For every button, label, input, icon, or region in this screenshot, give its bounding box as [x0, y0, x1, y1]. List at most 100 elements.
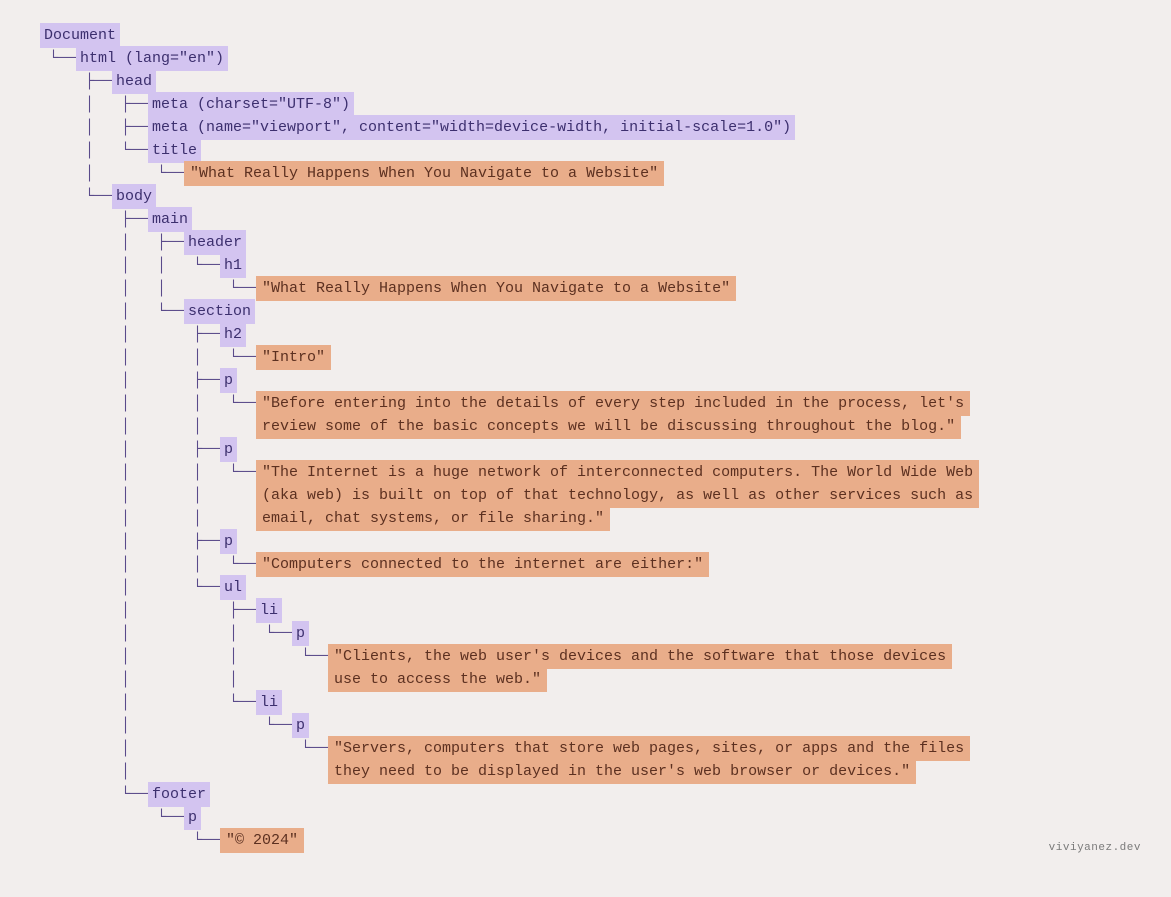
element-tag: title [148, 138, 201, 163]
tree-branch-segment [76, 507, 112, 530]
text-node: "Intro" [256, 345, 331, 370]
tree-branch-segment [76, 346, 112, 369]
tree-branch-segment [148, 737, 184, 760]
tree-branch-segment [76, 806, 112, 829]
tree-branch-segment [40, 760, 76, 783]
tree-branch-segment [40, 346, 76, 369]
tree-branch-segment [76, 323, 112, 346]
tree-branch-segment [148, 530, 184, 553]
tree-branch-segment: ├── [76, 70, 112, 93]
tree-branch-segment: └── [256, 622, 292, 645]
tree-branch-segment [76, 530, 112, 553]
tree-branch-segment [76, 691, 112, 714]
tree-branch-segment [148, 369, 184, 392]
tree-branch-segment [76, 392, 112, 415]
tree-branch-segment [76, 553, 112, 576]
tree-row: │ │ └── h1 [40, 254, 1131, 277]
tree-branch-segment [256, 760, 292, 783]
tree-branch-segment: │ [112, 599, 148, 622]
tree-branch-segment [148, 599, 184, 622]
tree-branch-segment [184, 622, 220, 645]
tree-branch-segment: │ [112, 392, 148, 415]
tree-branch-segment [148, 507, 184, 530]
tree-branch-segment [76, 208, 112, 231]
tree-branch-segment: └── [256, 714, 292, 737]
tree-row: │ │ └── "Computers connected to the inte… [40, 553, 1131, 576]
text-node: "Computers connected to the internet are… [256, 552, 709, 577]
tree-row: │ │ (aka web) is built on top of that te… [40, 484, 1131, 507]
tree-branch-segment [40, 737, 76, 760]
tree-branch-segment [112, 162, 148, 185]
tree-branch-segment: │ [184, 553, 220, 576]
tree-row: ├── main [40, 208, 1131, 231]
tree-branch-segment: │ [112, 415, 148, 438]
tree-branch-segment [76, 369, 112, 392]
tree-branch-segment: ├── [184, 323, 220, 346]
tree-branch-segment [40, 484, 76, 507]
tree-branch-segment: └── [76, 185, 112, 208]
tree-branch-segment: └── [148, 162, 184, 185]
tree-branch-segment [76, 484, 112, 507]
tree-branch-segment [184, 691, 220, 714]
tree-branch-segment: │ [112, 369, 148, 392]
tree-branch-segment [76, 714, 112, 737]
tree-branch-segment: │ [184, 461, 220, 484]
tree-branch-segment [76, 645, 112, 668]
tree-branch-segment: └── [148, 806, 184, 829]
tree-branch-segment [76, 576, 112, 599]
tree-branch-segment: │ [184, 484, 220, 507]
tree-branch-segment [40, 507, 76, 530]
tree-branch-segment [40, 622, 76, 645]
tree-row: │ └── "What Really Happens When You Navi… [40, 162, 1131, 185]
tree-branch-segment: └── [292, 737, 328, 760]
text-node: review some of the basic concepts we wil… [256, 414, 961, 439]
tree-branch-segment: │ [112, 254, 148, 277]
tree-branch-segment: ├── [184, 369, 220, 392]
tree-row: │ │ review some of the basic concepts we… [40, 415, 1131, 438]
element-tag: meta (charset="UTF-8") [148, 92, 354, 117]
tree-branch-segment [40, 70, 76, 93]
tree-branch-segment [40, 231, 76, 254]
tree-branch-segment [40, 806, 76, 829]
tree-branch-segment [40, 323, 76, 346]
tree-row: ├── head [40, 70, 1131, 93]
element-tag: section [184, 299, 255, 324]
tree-branch-segment [40, 300, 76, 323]
tree-branch-segment [40, 93, 76, 116]
tree-branch-segment [76, 415, 112, 438]
tree-branch-segment: │ [112, 645, 148, 668]
tree-branch-segment [76, 277, 112, 300]
tree-branch-segment [40, 714, 76, 737]
element-tag: li [256, 690, 282, 715]
element-tag: li [256, 598, 282, 623]
element-tag: body [112, 184, 156, 209]
tree-branch-segment: │ [76, 116, 112, 139]
tree-branch-segment: ├── [112, 116, 148, 139]
tree-branch-segment: │ [112, 484, 148, 507]
tree-branch-segment [76, 599, 112, 622]
tree-branch-segment [76, 622, 112, 645]
text-node: "What Really Happens When You Navigate t… [256, 276, 736, 301]
tree-branch-segment [40, 829, 76, 852]
tree-branch-segment: └── [220, 691, 256, 714]
tree-branch-segment: │ [76, 93, 112, 116]
tree-branch-segment [40, 576, 76, 599]
tree-branch-segment: ├── [220, 599, 256, 622]
tree-branch-segment: │ [112, 530, 148, 553]
tree-branch-segment: │ [112, 346, 148, 369]
tree-branch-segment [148, 438, 184, 461]
tree-branch-segment: │ [184, 507, 220, 530]
tree-branch-segment: │ [76, 139, 112, 162]
tree-row: │ ├── meta (charset="UTF-8") [40, 93, 1131, 116]
tree-branch-segment [148, 553, 184, 576]
tree-branch-segment [148, 760, 184, 783]
tree-branch-segment [40, 116, 76, 139]
tree-branch-segment [40, 208, 76, 231]
tree-branch-segment: └── [220, 461, 256, 484]
element-tag: html (lang="en") [76, 46, 228, 71]
tree-branch-segment [184, 668, 220, 691]
tree-row: │ ├── p [40, 530, 1131, 553]
watermark: viviyanez.dev [1049, 842, 1141, 854]
tree-row: └── "© 2024" [40, 829, 1131, 852]
tree-branch-segment [40, 668, 76, 691]
